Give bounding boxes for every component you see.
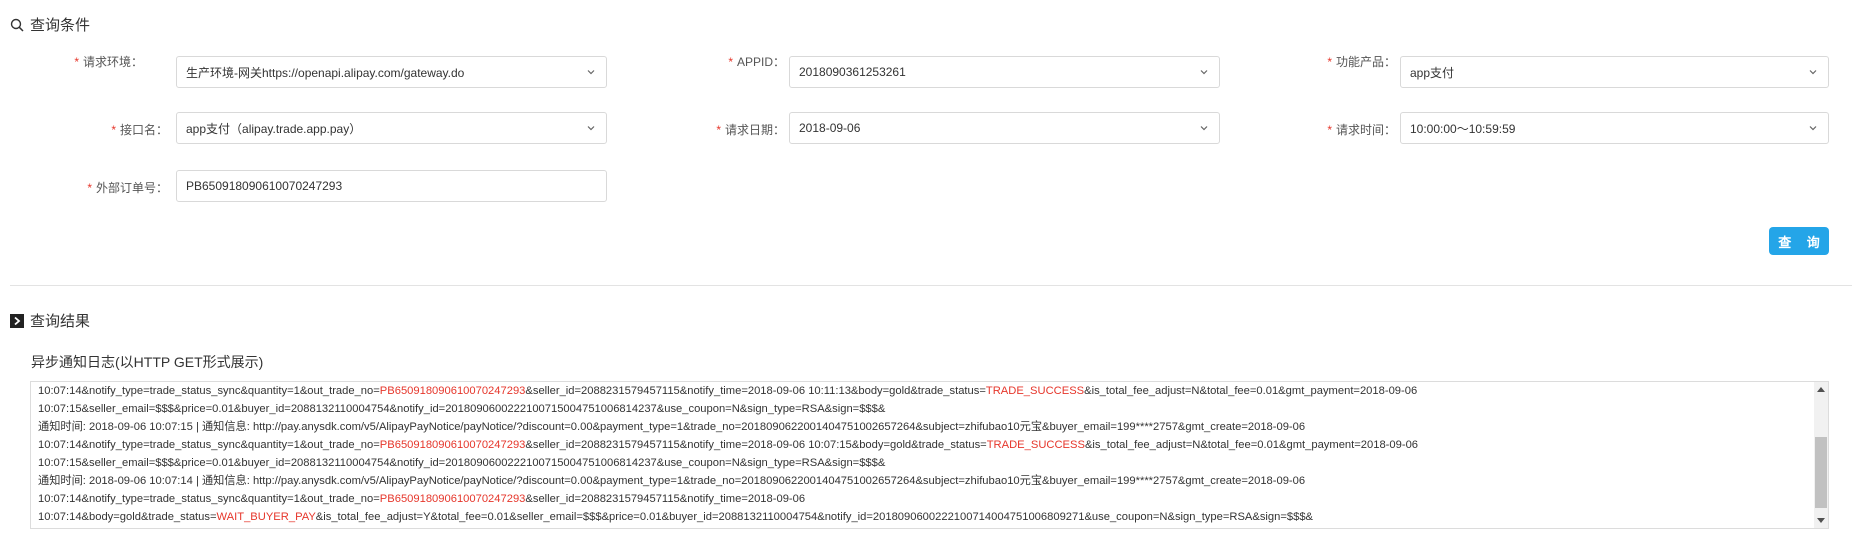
log-highlight: WAIT_BUYER_PAY xyxy=(216,511,316,523)
out-order-no-value: PB650918090610070247293 xyxy=(186,179,343,193)
out-order-no-input[interactable]: PB650918090610070247293 xyxy=(176,170,607,202)
log-line: 10:07:15&seller_email=$$$&price=0.01&buy… xyxy=(38,400,1418,418)
chevron-down-icon xyxy=(1809,70,1817,75)
request-env-value: 生产环境-网关https://openapi.alipay.com/gatewa… xyxy=(186,65,465,80)
product-value: app支付 xyxy=(1410,65,1455,80)
log-text: 10:07:14&notify_type=trade_status_sync&q… xyxy=(38,493,380,505)
request-date-value: 2018-09-06 xyxy=(799,121,861,135)
log-highlight: PB650918090610070247293 xyxy=(379,493,526,505)
field-api-name: * 接口名： xyxy=(40,112,168,146)
api-name-value: app支付（alipay.trade.app.pay） xyxy=(186,121,362,136)
query-section-title: 查询条件 xyxy=(10,14,90,35)
product-label: * 功能产品： xyxy=(1327,54,1396,69)
log-text: &seller_id=2088231579457115&notify_time=… xyxy=(525,385,986,397)
section-divider xyxy=(10,285,1852,286)
log-text: 10:07:15&seller_email=$$$&price=0.01&buy… xyxy=(38,403,886,415)
log-scrollbar[interactable] xyxy=(1814,382,1828,528)
request-env-label: * 请求环境： xyxy=(74,54,143,69)
log-text: &is_total_fee_adjust=N&total_fee=0.01&gm… xyxy=(1084,385,1418,397)
request-env-select[interactable]: 生产环境-网关https://openapi.alipay.com/gatewa… xyxy=(176,56,607,88)
log-text: &seller_id=2088231579457115&notify_time=… xyxy=(525,439,987,451)
log-line: 10:07:14&notify_type=trade_status_sync&q… xyxy=(38,382,1418,400)
log-highlight: PB650918090610070247293 xyxy=(379,385,526,397)
log-text: &is_total_fee_adjust=N&total_fee=0.01&gm… xyxy=(1084,439,1419,451)
field-request-env: * 请求环境： xyxy=(40,44,143,78)
api-name-label: * 接口名： xyxy=(111,122,168,137)
request-date-label: * 请求日期： xyxy=(716,122,785,137)
log-text: 10:07:15&seller_email=$$$&price=0.01&buy… xyxy=(38,457,886,469)
log-text: 通知时间: 2018-09-06 10:07:15 | 通知信息: http:/… xyxy=(38,421,1306,433)
query-button[interactable]: 查 询 xyxy=(1769,227,1829,255)
appid-label: * APPID： xyxy=(728,54,785,69)
log-highlight: PB650918090610070247293 xyxy=(379,439,526,451)
product-select[interactable]: app支付 xyxy=(1400,56,1829,88)
notify-log-lines: 10:07:14&notify_type=trade_status_sync&q… xyxy=(38,382,1418,526)
chevron-down-icon xyxy=(1200,70,1208,75)
appid-select[interactable]: 2018090361253261 xyxy=(789,56,1220,88)
result-section-title-text: 查询结果 xyxy=(30,313,91,330)
chevron-down-icon xyxy=(587,126,595,131)
request-date-select[interactable]: 2018-09-06 xyxy=(789,112,1220,144)
log-line: 通知时间: 2018-09-06 10:07:15 | 通知信息: http:/… xyxy=(38,418,1418,436)
notify-log-box[interactable]: 10:07:14&notify_type=trade_status_sync&q… xyxy=(30,381,1829,529)
log-text: &seller_id=2088231579457115&notify_time=… xyxy=(525,493,806,505)
field-product: * 功能产品： xyxy=(1260,44,1396,78)
scroll-down-arrow-icon[interactable] xyxy=(1817,518,1825,523)
field-request-date: * 请求日期： xyxy=(660,112,785,146)
log-line: 10:07:14&notify_type=trade_status_sync&q… xyxy=(38,490,1418,508)
log-line: 10:07:14&notify_type=trade_status_sync&q… xyxy=(38,436,1418,454)
log-text: 10:07:14&notify_type=trade_status_sync&q… xyxy=(38,439,380,451)
scroll-thumb[interactable] xyxy=(1815,437,1827,508)
log-label: 异步通知日志(以HTTP GET形式展示) xyxy=(31,354,264,370)
log-line: 10:07:15&seller_email=$$$&price=0.01&buy… xyxy=(38,454,1418,472)
log-text: 10:07:14&body=gold&trade_status= xyxy=(38,511,217,523)
log-line: 10:07:14&body=gold&trade_status=WAIT_BUY… xyxy=(38,508,1418,526)
query-section-title-text: 查询条件 xyxy=(30,17,91,34)
out-order-no-label: * 外部订单号： xyxy=(87,180,168,195)
log-text: &is_total_fee_adjust=Y&total_fee=0.01&se… xyxy=(315,511,1314,523)
log-highlight: TRADE_SUCCESS xyxy=(985,385,1085,397)
appid-value: 2018090361253261 xyxy=(799,65,906,79)
chevron-down-icon xyxy=(587,70,595,75)
log-text: 10:07:14&notify_type=trade_status_sync&q… xyxy=(38,385,380,397)
log-line: 通知时间: 2018-09-06 10:07:14 | 通知信息: http:/… xyxy=(38,472,1418,490)
log-highlight: TRADE_SUCCESS xyxy=(986,439,1085,451)
field-request-time: * 请求时间： xyxy=(1260,112,1396,146)
request-time-select[interactable]: 10:00:00～10:59:59 xyxy=(1400,112,1829,144)
log-text: 通知时间: 2018-09-06 10:07:14 | 通知信息: http:/… xyxy=(38,475,1306,487)
result-section-title: 查询结果 xyxy=(10,310,90,331)
chevron-right-box-icon xyxy=(10,313,24,328)
chevron-down-icon xyxy=(1200,126,1208,131)
scroll-up-arrow-icon[interactable] xyxy=(1817,387,1825,392)
chevron-down-icon xyxy=(1809,126,1817,131)
api-name-select[interactable]: app支付（alipay.trade.app.pay） xyxy=(176,112,607,144)
field-appid: * APPID： xyxy=(660,44,785,78)
request-time-value: 10:00:00～10:59:59 xyxy=(1410,121,1516,136)
request-time-label: * 请求时间： xyxy=(1327,122,1396,137)
field-out-order-no: * 外部订单号： xyxy=(40,170,168,204)
search-icon xyxy=(10,18,24,32)
